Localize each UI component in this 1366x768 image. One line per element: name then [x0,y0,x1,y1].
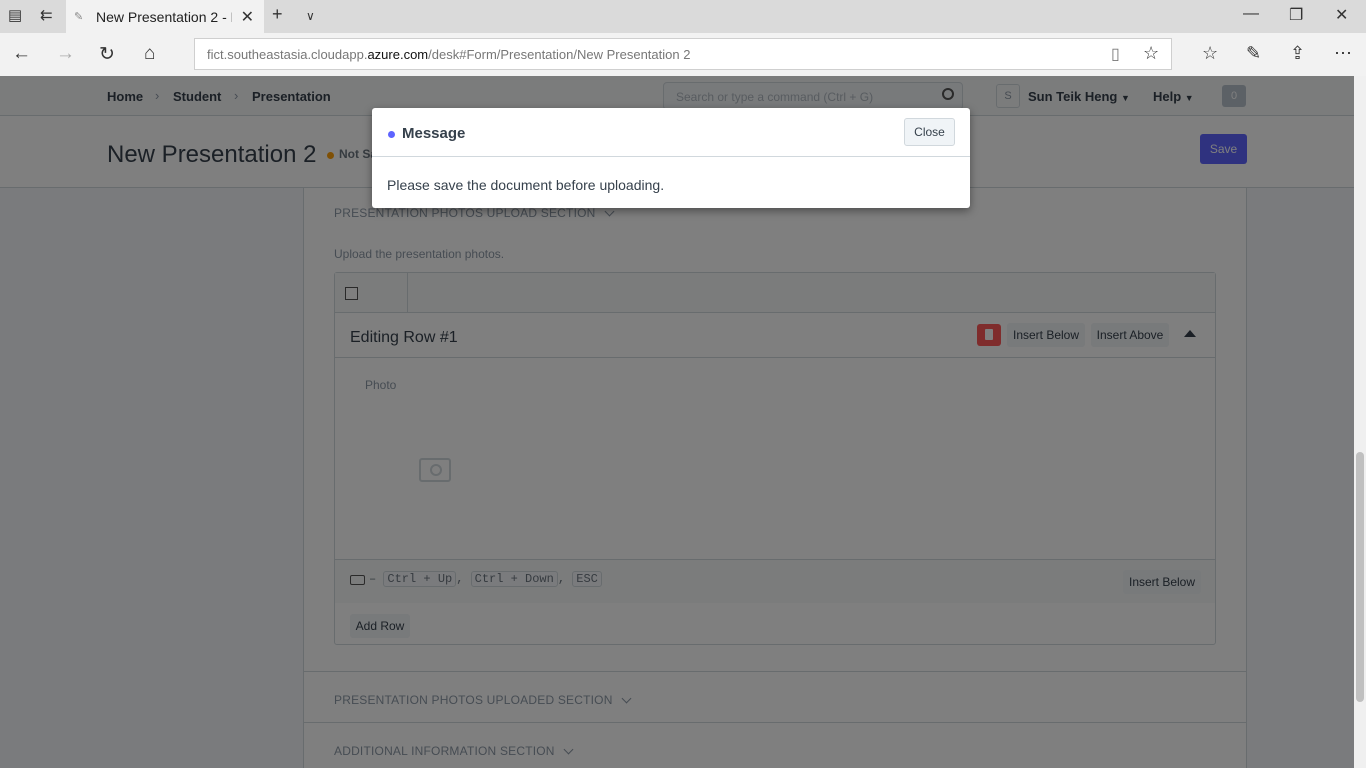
browser-chrome: ▤ ⇇ ✎ New Presentation 2 - N ✕ + ∨ — ❐ ✕… [0,0,1366,76]
forward-icon[interactable]: → [56,43,75,65]
page-favicon-icon: ✎ [74,11,84,23]
restore-icon[interactable]: ❐ [1289,5,1303,25]
minimize-icon[interactable]: — [1243,5,1259,23]
home-icon[interactable]: ⌂ [144,43,155,65]
more-options-icon[interactable]: ⋯ [1334,43,1352,64]
indicator-dot [388,131,395,138]
url-text: fict.southeastasia.cloudapp.azure.com/de… [207,47,691,62]
share-icon[interactable]: ⇪ [1290,43,1305,64]
refresh-icon[interactable]: ↻ [99,43,115,66]
address-bar[interactable]: fict.southeastasia.cloudapp.azure.com/de… [194,38,1172,70]
tab-preview-chevron-icon[interactable]: ∨ [306,9,315,23]
set-tabs-aside-icon[interactable]: ⇇ [40,6,53,24]
back-icon[interactable]: ← [12,43,31,65]
browser-tab-title: New Presentation 2 - N [96,8,232,25]
tab-bar: ▤ ⇇ ✎ New Presentation 2 - N ✕ + ∨ — ❐ ✕ [0,0,1366,33]
dialog-title: Message [402,125,466,142]
favorite-star-icon[interactable]: ☆ [1143,43,1159,64]
scrollbar-thumb[interactable] [1356,452,1364,702]
web-note-icon[interactable]: ✎ [1246,43,1261,64]
tab-list-icon[interactable]: ▤ [8,6,22,24]
close-tab-icon[interactable]: ✕ [241,7,254,27]
browser-tab-active[interactable]: ✎ New Presentation 2 - N ✕ [66,0,264,33]
dialog-message: Please save the document before uploadin… [387,177,665,193]
dialog-header: Message Close [372,108,970,157]
window-close-icon[interactable]: ✕ [1335,5,1348,25]
close-button[interactable]: Close [904,118,955,146]
reading-view-icon[interactable]: ▯ [1111,44,1120,64]
message-dialog: Message Close Please save the document b… [372,108,970,208]
favorites-hub-icon[interactable]: ☆ [1202,43,1218,64]
new-tab-icon[interactable]: + [272,4,283,25]
page-scrollbar[interactable] [1354,76,1366,768]
